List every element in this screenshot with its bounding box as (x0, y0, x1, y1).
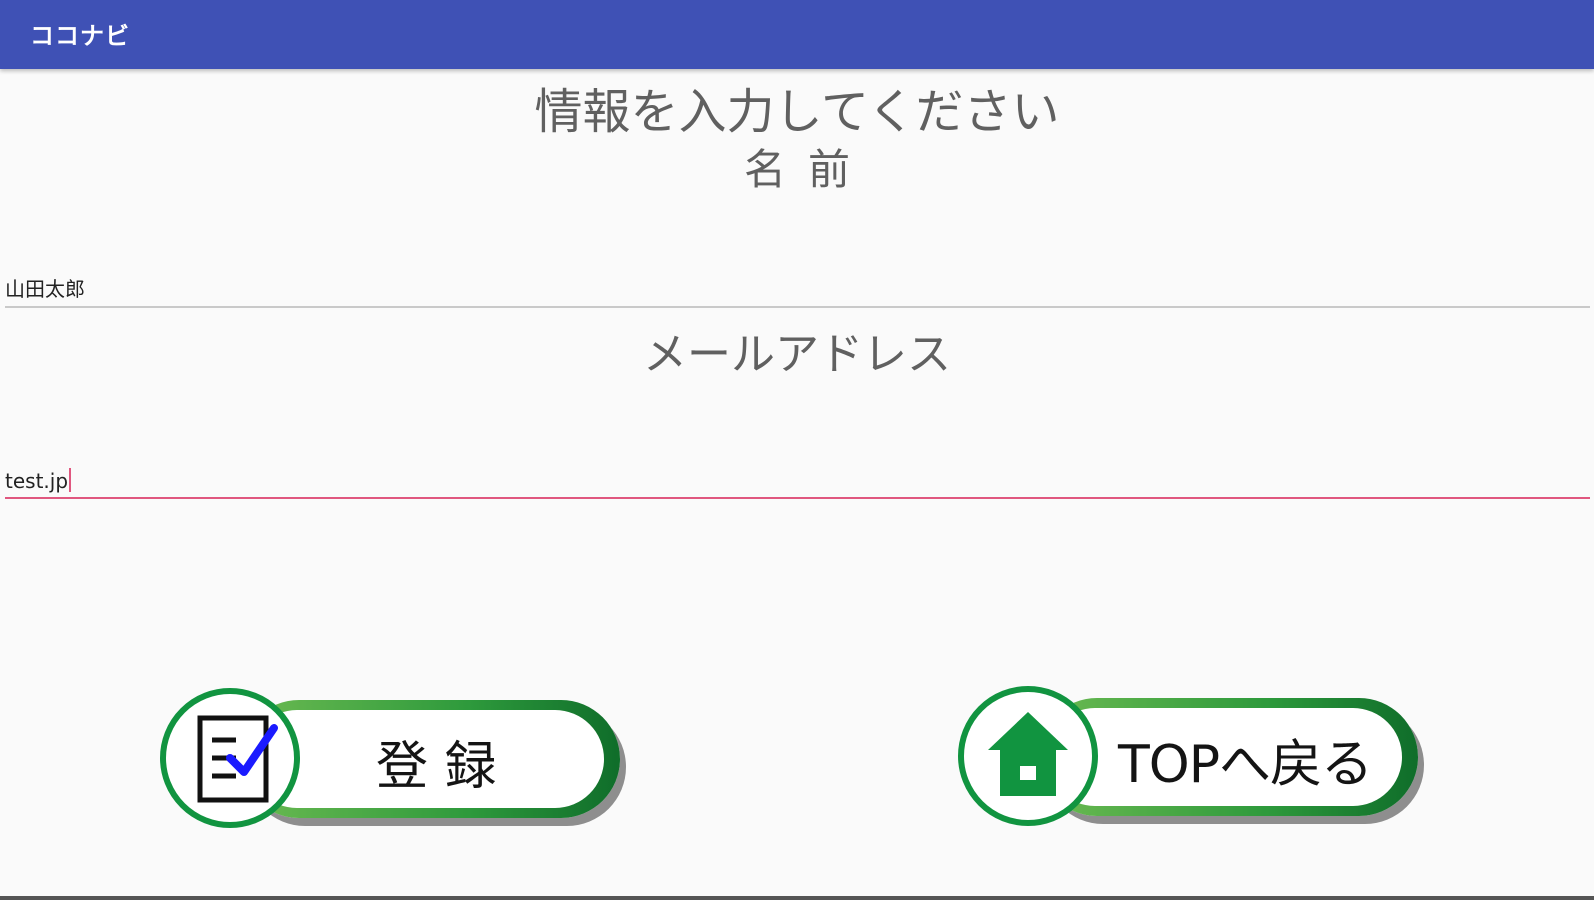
name-label: 名前 (743, 145, 872, 194)
bottom-edge (0, 896, 1594, 900)
name-value: 山田太郎 (5, 277, 85, 301)
email-field[interactable]: test.jp (5, 459, 1590, 499)
top-icon-circle (958, 686, 1098, 826)
email-value-wrap: test.jp (5, 468, 72, 493)
form-heading: 情報を入力してください (534, 84, 1060, 140)
register-button-label: 登 録 (376, 737, 497, 797)
checklist-icon (197, 715, 278, 803)
email-value: test.jp (5, 469, 69, 493)
email-underline (5, 497, 1590, 499)
app-title: ココナビ (30, 22, 130, 50)
app-bar: ココナビ (0, 0, 1594, 69)
screen: ココナビ 情報を入力してください 名前 山田太郎 メールアドレス test.jp… (0, 0, 1594, 900)
register-icon-circle (160, 688, 300, 828)
name-underline (5, 306, 1590, 308)
register-button[interactable]: 登 録 (160, 688, 630, 828)
home-icon (988, 712, 1068, 796)
top-button-label: TOPへ戻る (1118, 735, 1373, 795)
text-cursor (69, 468, 72, 492)
top-button[interactable]: TOPへ戻る (958, 686, 1428, 826)
name-field[interactable]: 山田太郎 (5, 268, 1590, 308)
email-label: メールアドレス (643, 329, 951, 380)
